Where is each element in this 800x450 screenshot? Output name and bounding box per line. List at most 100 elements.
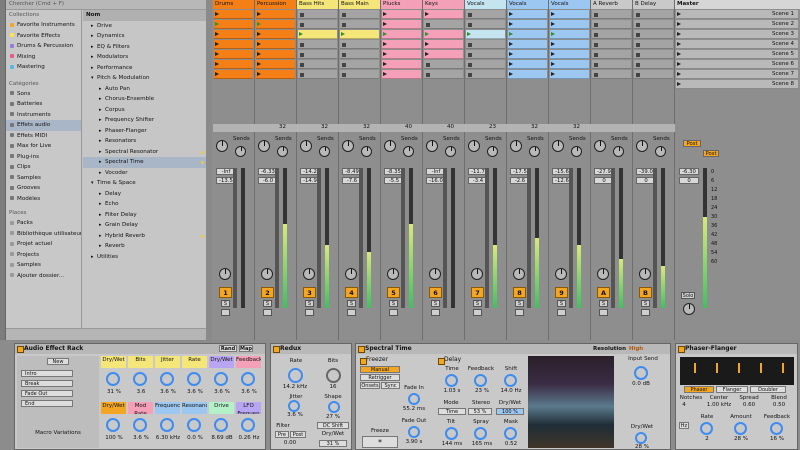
track-volume-fader[interactable]	[527, 168, 531, 308]
record-arm-button[interactable]	[641, 309, 650, 316]
macro-label[interactable]: Bits	[128, 356, 153, 368]
file-item[interactable]: ▸ Utilities	[83, 252, 206, 263]
phaser-tab-doubler[interactable]: Doubler	[750, 386, 786, 393]
clip-slot[interactable]	[550, 50, 589, 59]
clip-stop-icon[interactable]	[636, 72, 640, 77]
empty-clip-slot[interactable]	[592, 30, 631, 39]
track-volume-fader[interactable]	[569, 168, 573, 308]
delay-mode-select[interactable]: Time	[438, 408, 466, 415]
clip-stop-icon[interactable]	[342, 62, 346, 67]
master-solo-label[interactable]: Solo	[681, 292, 695, 299]
clip-play-icon[interactable]	[551, 62, 555, 66]
send-b-knob[interactable]	[403, 146, 414, 157]
clip-play-icon[interactable]	[383, 52, 387, 56]
macro-label[interactable]: Dry/Wet	[101, 402, 126, 414]
macro-knob[interactable]	[160, 418, 174, 432]
rand-button[interactable]: Rand	[219, 345, 237, 352]
clip-play-icon[interactable]	[509, 52, 513, 56]
track-pan-knob[interactable]	[597, 268, 609, 280]
clip-stop-icon[interactable]	[426, 72, 430, 77]
clip-slot[interactable]	[508, 40, 547, 49]
track-volume-fader[interactable]	[233, 168, 237, 308]
clip-play-icon[interactable]	[215, 42, 219, 46]
send-a-knob[interactable]	[594, 140, 606, 152]
track-activator-button[interactable]: 6	[429, 287, 442, 298]
scene-launch[interactable]: Scene 3	[676, 30, 798, 39]
macro-label[interactable]: Resonance	[182, 402, 207, 414]
macro-label[interactable]: Feedback	[236, 356, 261, 368]
clip-play-icon[interactable]	[215, 32, 219, 36]
clip-stop-icon[interactable]	[468, 42, 472, 47]
category-item[interactable]: Plug-ins	[6, 152, 81, 163]
solo-button[interactable]: S	[389, 300, 398, 307]
redux-rate-knob[interactable]	[288, 368, 303, 383]
file-item[interactable]: ▸ Filter Delay	[83, 210, 206, 221]
track-activator-button[interactable]: B	[639, 287, 652, 298]
empty-clip-slot[interactable]	[340, 10, 379, 19]
track-pan-knob[interactable]	[261, 268, 273, 280]
send-a-knob[interactable]	[216, 140, 228, 152]
macro-label[interactable]: Frequency	[155, 402, 180, 414]
file-item[interactable]: ▸ Reverb	[83, 241, 206, 252]
browser-search-input[interactable]: Chercher (Cmd + F)	[6, 0, 206, 10]
clip-slot[interactable]	[340, 30, 379, 39]
empty-clip-slot[interactable]	[634, 20, 673, 29]
macro-label[interactable]: Dry/Wet	[101, 356, 126, 368]
clip-slot[interactable]	[550, 70, 589, 79]
clip-play-icon[interactable]	[509, 72, 513, 76]
master-title[interactable]: Master	[675, 0, 800, 9]
empty-clip-slot[interactable]	[634, 50, 673, 59]
clip-play-icon[interactable]	[383, 42, 387, 46]
clip-play-icon[interactable]	[383, 72, 387, 76]
clip-play-icon[interactable]	[257, 22, 261, 26]
scene-play-icon[interactable]	[677, 22, 681, 26]
file-item[interactable]: ▸ Echo	[83, 199, 206, 210]
clip-stop-icon[interactable]	[468, 12, 472, 17]
delay-feedback-knob[interactable]	[474, 374, 487, 387]
delay-shift-knob[interactable]	[504, 374, 517, 387]
redux-pre-button[interactable]: Pre	[275, 431, 289, 438]
send-b-knob[interactable]	[529, 146, 540, 157]
send-b-knob[interactable]	[235, 146, 246, 157]
macro-label[interactable]: Drive	[209, 402, 234, 414]
redux-post-button[interactable]: Post	[290, 431, 306, 438]
macro-knob[interactable]	[133, 418, 147, 432]
empty-clip-slot[interactable]	[424, 20, 463, 29]
clip-play-icon[interactable]	[509, 12, 513, 16]
collection-item[interactable]: Mastering	[6, 62, 81, 73]
clip-slot[interactable]	[550, 10, 589, 19]
chain-item[interactable]: Fade Out	[21, 390, 73, 397]
clip-stop-icon[interactable]	[594, 32, 598, 37]
place-item[interactable]: Packs	[6, 218, 81, 229]
clip-slot[interactable]	[256, 50, 295, 59]
clip-play-icon[interactable]	[425, 12, 429, 16]
place-item[interactable]: Samples	[6, 260, 81, 271]
clip-play-icon[interactable]	[257, 32, 261, 36]
redux-jitter-knob[interactable]	[288, 400, 300, 412]
send-a-knob[interactable]	[426, 140, 438, 152]
send-a-knob[interactable]	[258, 140, 270, 152]
clip-slot[interactable]	[382, 20, 421, 29]
collection-item[interactable]: Favorite Instruments	[6, 20, 81, 31]
clip-stop-icon[interactable]	[342, 42, 346, 47]
clip-slot[interactable]	[298, 30, 337, 39]
redux-bits-knob[interactable]	[326, 368, 341, 383]
clip-slot[interactable]	[382, 30, 421, 39]
track-pan-knob[interactable]	[513, 268, 525, 280]
clip-play-icon[interactable]	[215, 22, 219, 26]
macro-knob[interactable]	[106, 418, 120, 432]
map-button[interactable]: Map	[239, 345, 253, 352]
clip-play-icon[interactable]	[257, 42, 261, 46]
empty-clip-slot[interactable]	[298, 40, 337, 49]
track-title[interactable]: Keys	[423, 0, 464, 9]
send-a-knob[interactable]	[510, 140, 522, 152]
phaser-tab-flanger[interactable]: Flanger	[716, 386, 748, 393]
clip-slot[interactable]	[214, 60, 253, 69]
chain-item[interactable]: End	[21, 400, 73, 407]
scene-launch[interactable]: Scene 5	[676, 50, 798, 59]
clip-slot[interactable]	[214, 10, 253, 19]
clip-stop-icon[interactable]	[342, 22, 346, 27]
macro-knob[interactable]	[160, 372, 174, 386]
macro-knob[interactable]	[241, 418, 255, 432]
delay-time-knob[interactable]	[445, 374, 458, 387]
